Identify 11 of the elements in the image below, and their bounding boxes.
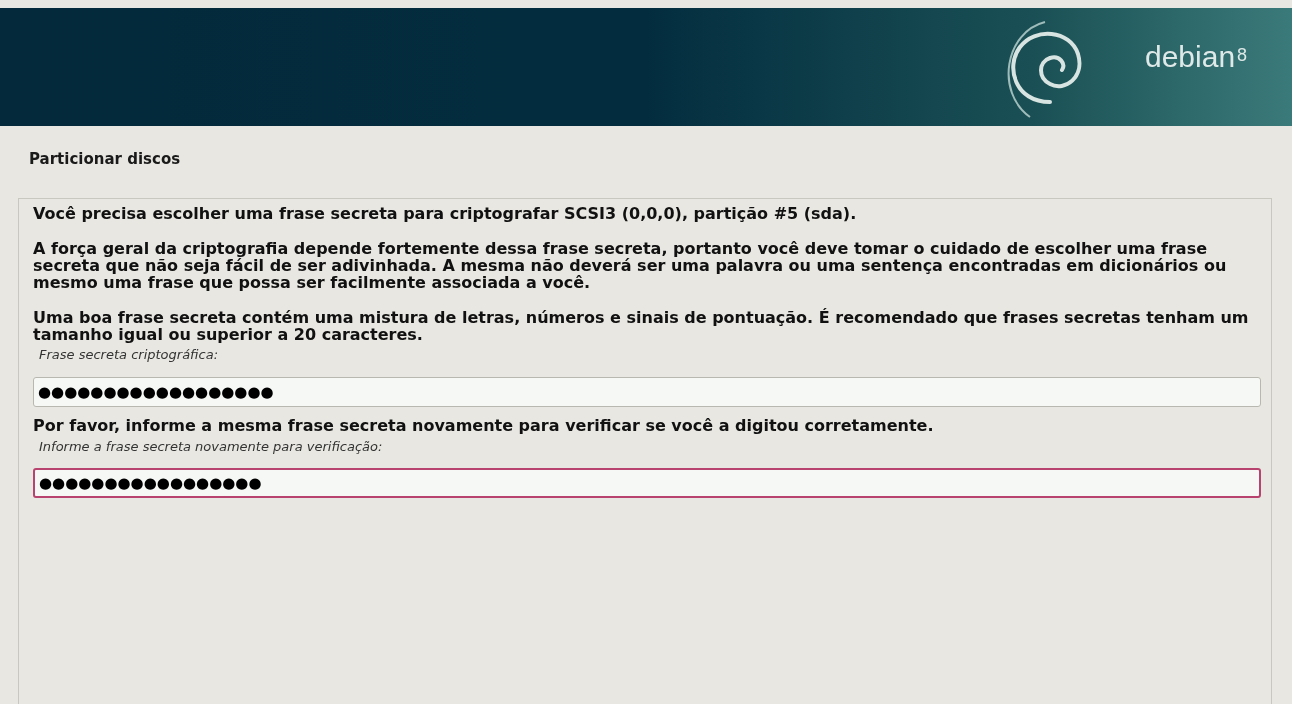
instruction-text: Uma boa frase secreta contém uma mistura de letras, números e sinais de pontuação. É recomendado que frases secretas tenham um tamanho igual ou superior a 20 caracteres. [33,309,1249,343]
version-number: 8 [1237,46,1248,64]
page-title: Particionar discos [29,149,182,170]
passphrase-field[interactable]: ●●●●●●●●●●●●●●●●● [33,468,1261,498]
passphrase-field[interactable]: ●●●●●●●●●●●●●●●●●● [33,376,1261,407]
instruction-text: Você precisa escolher uma frase secreta para criptografar SCSI3 (0,0,0), partição #5 (sda). [33,205,858,222]
field-label: Frase secreta criptográfica: [39,346,219,364]
field-label: Informe a frase secreta novamente para verificação: [39,437,384,456]
logo-text: debian [1145,42,1236,72]
instruction-text: Por favor, informe a mesma frase secreta novamente para verificar se você a digitou corretamente. [33,416,935,435]
instruction-text: A força geral da criptografia depende fortemente dessa frase secreta, portanto você deve tomar o cuidado de escolher uma frase secreta que não seja fácil de ser adivinhada. A mesma não deverá ser uma palavra ou uma sentença encontradas em dicionários ou mesmo uma frase que possa ser facilmente associada a você. [33,240,1228,291]
